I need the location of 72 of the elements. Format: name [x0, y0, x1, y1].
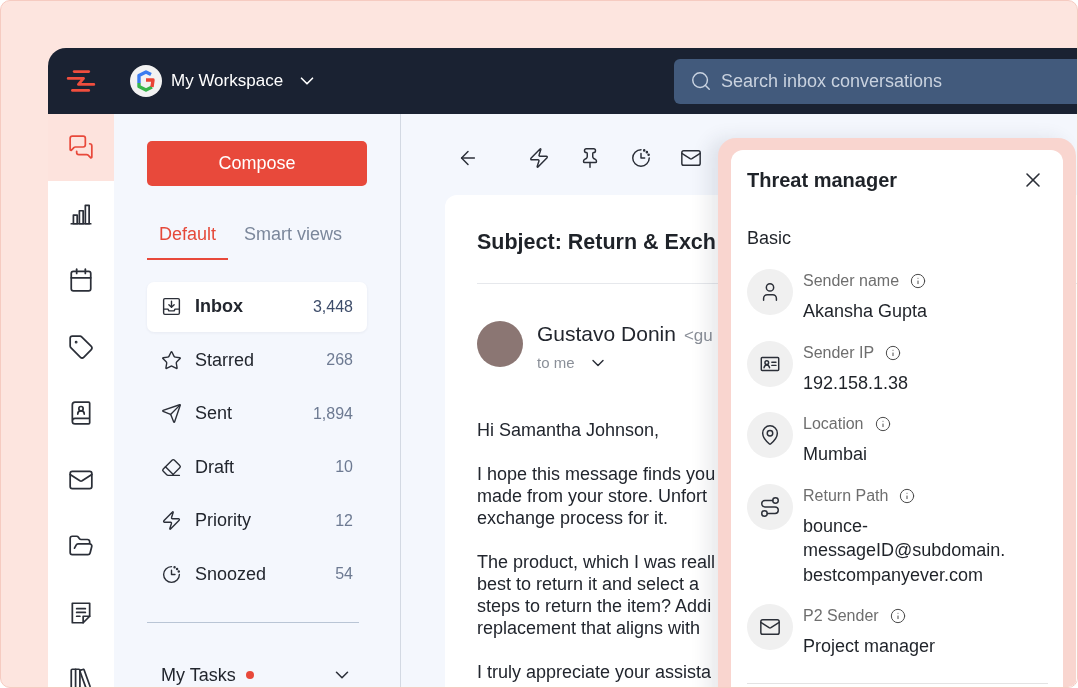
info-icon[interactable]: [874, 416, 891, 432]
email-paragraph: Hi Samantha Johnson,: [477, 418, 660, 441]
folder-item[interactable]: Inbox 3,448: [147, 281, 367, 332]
chat-bubbles-icon: [68, 134, 94, 161]
folder-count: 54: [335, 564, 353, 584]
contact-book-icon: [68, 400, 94, 427]
folder-label: Inbox: [195, 295, 243, 318]
folder-item[interactable]: Sent 1,894: [147, 388, 367, 439]
mail-icon: [747, 604, 793, 650]
folder-label: Priority: [195, 509, 251, 532]
folder-label: Starred: [195, 348, 255, 372]
info-icon[interactable]: [910, 273, 927, 289]
mail-icon[interactable]: [680, 147, 702, 169]
field-value: 192.158.1.38: [803, 371, 909, 395]
field-label: Return Path: [803, 485, 889, 506]
folder-count: 268: [326, 350, 353, 370]
field-label: P2 Sender: [803, 606, 879, 626]
send-icon: [161, 403, 182, 424]
folder-item[interactable]: Starred 268: [147, 335, 367, 385]
workspace-switcher[interactable]: My Workspace: [130, 65, 319, 97]
email-paragraph: The product, which I was reall best to return it and select a steps to return the item? Addi replacement that aligns with: [477, 550, 716, 639]
field-label: Location: [803, 414, 864, 434]
note-icon: [68, 599, 94, 626]
view-tab[interactable]: Default: [147, 221, 229, 260]
folder-label: Sent: [195, 402, 233, 425]
map-pin-icon: [747, 412, 793, 458]
compose-button[interactable]: Compose: [147, 141, 367, 186]
avatar: [477, 321, 523, 367]
clock-icon[interactable]: [630, 147, 652, 169]
folder-count: 10: [335, 457, 353, 477]
email-paragraph: I truly appreciate your assista: [477, 660, 712, 683]
person-icon: [747, 269, 793, 315]
clock-icon: [161, 563, 182, 585]
star-icon: [161, 349, 182, 371]
id-card-icon: [747, 340, 793, 387]
field-value: Project manager: [803, 635, 936, 658]
bolt-icon[interactable]: [528, 147, 550, 169]
inbox-tray-icon: [161, 296, 182, 317]
info-icon[interactable]: [899, 487, 916, 504]
tag-icon: [68, 333, 94, 360]
email-paragraph: I hope this message finds you made from your store. Unfort exchange process for it.: [477, 462, 716, 529]
eraser-icon: [161, 456, 182, 478]
search-icon: [690, 70, 712, 92]
view-tab[interactable]: Smart views: [232, 221, 355, 260]
logo-icon: [65, 69, 97, 93]
workspace-logo-icon: [130, 65, 162, 97]
books-icon: [68, 666, 94, 687]
panel-title: Threat manager: [747, 168, 898, 193]
bolt-icon: [161, 510, 182, 531]
my-tasks-header[interactable]: My Tasks: [147, 663, 367, 687]
folder-item[interactable]: Draft 10: [147, 442, 367, 492]
sender-name: Gustavo Donin: [537, 321, 676, 347]
folder-item[interactable]: Snoozed 54: [147, 549, 367, 599]
route-icon: [747, 483, 793, 530]
info-icon[interactable]: [889, 608, 906, 624]
field-value: bounce- messageID@subdomain. bestcompanyever.com: [803, 514, 1006, 587]
field-label: Sender IP: [803, 342, 875, 363]
folder-count: 1,894: [312, 403, 353, 424]
folder-count: 3,448: [312, 296, 353, 317]
info-icon[interactable]: [885, 344, 902, 361]
sender-address: <gu: [683, 325, 713, 347]
folder-item[interactable]: Priority 12: [147, 495, 367, 546]
section-heading: Basic: [747, 227, 791, 250]
folder-label: Snoozed: [195, 562, 267, 586]
field-value: Akansha Gupta: [803, 300, 928, 323]
field-label: Sender name: [803, 271, 900, 291]
search-field[interactable]: Search inbox conversations: [674, 58, 1077, 104]
field-value: Mumbai: [803, 443, 868, 466]
folder-label: Draft: [195, 455, 234, 479]
email-subject: Subject: Return & Exch: [477, 229, 716, 256]
folder-count: 12: [335, 510, 353, 531]
calendar-icon: [68, 267, 94, 294]
